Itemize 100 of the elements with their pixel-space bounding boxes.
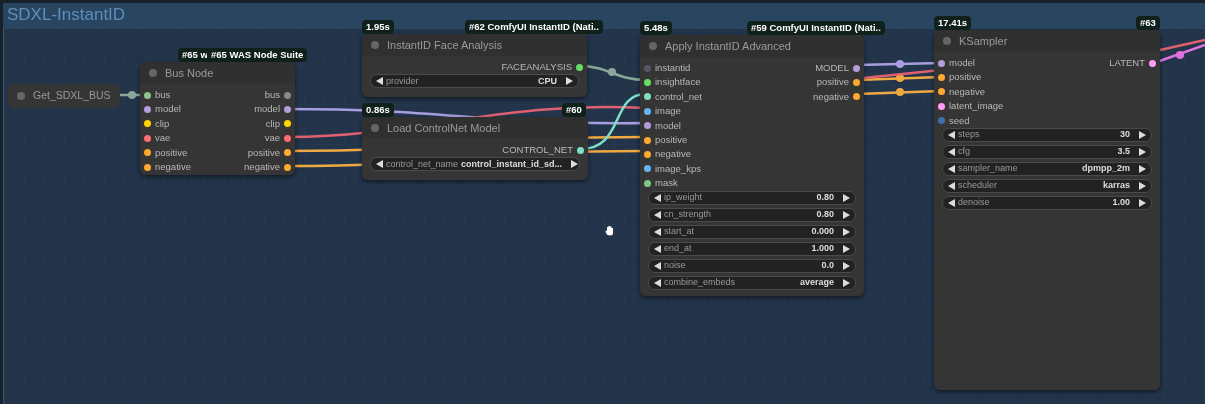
output-slot-icon[interactable] (284, 149, 291, 157)
node-title: KSampler (959, 33, 1008, 49)
input-slot-icon[interactable] (938, 102, 945, 110)
output-slot-icon[interactable] (853, 64, 860, 72)
output-slot-icon[interactable] (284, 91, 291, 99)
widget-field[interactable]: steps 30 (942, 127, 1152, 142)
slot-label: mask (655, 176, 678, 191)
output-slot-icon[interactable] (284, 163, 291, 171)
time-badge: 0.86s (362, 103, 394, 117)
widget-field[interactable]: end_at 1.000 (648, 241, 856, 256)
slot-label: vae (264, 131, 280, 146)
input-slot-icon[interactable] (644, 122, 651, 130)
slot-label: negative (813, 89, 849, 104)
node-badge: #65 WAS Node Suite (207, 48, 308, 62)
status-dot-icon (149, 69, 157, 77)
input-slot-icon[interactable] (938, 74, 945, 82)
input-slot-icon[interactable] (144, 120, 151, 128)
input-slot-icon[interactable] (644, 179, 651, 187)
widget-field[interactable]: sampler_name dpmpp_2m (942, 161, 1152, 176)
output-slot-icon[interactable] (577, 146, 584, 154)
node-badge: #60 (562, 103, 586, 117)
output-slot-icon[interactable] (1149, 59, 1156, 67)
slot-label: bus (264, 88, 280, 103)
slot-label: control_net (655, 89, 702, 104)
input-slot-icon[interactable] (938, 59, 945, 67)
right-arrow-icon[interactable] (571, 160, 579, 169)
widget-field[interactable]: provider CPU (370, 74, 579, 89)
widget-field[interactable]: ip_weight 0.80 (648, 190, 856, 205)
slot-label: model (155, 102, 181, 117)
slot-label: seed (949, 113, 970, 128)
widget-field[interactable]: control_net_name control_instant_id_sd... (370, 157, 580, 172)
group-title: SDXL-InstantID (7, 5, 126, 25)
slot-label: MODEL (815, 61, 849, 76)
status-dot-icon (371, 124, 379, 132)
slot-label: FACEANALYSIS (501, 60, 572, 75)
node-badge: #59 ComfyUI InstantID (Nati.. (747, 21, 885, 35)
left-arrow-icon[interactable] (376, 160, 383, 169)
output-slot-icon[interactable] (284, 106, 291, 114)
output-slot-icon[interactable] (576, 63, 583, 71)
slot-label: image (655, 104, 681, 119)
node-title: Load ControlNet Model (387, 120, 501, 136)
input-slot-icon[interactable] (938, 88, 945, 96)
widget-field[interactable]: combine_embeds average (648, 275, 856, 290)
input-slot-icon[interactable] (938, 117, 945, 125)
output-slot-icon[interactable] (853, 79, 860, 87)
slot-label: latent_image (949, 99, 1004, 114)
input-slot-icon[interactable] (644, 93, 651, 101)
input-slot-icon[interactable] (644, 107, 651, 115)
slot-label: image_kps (655, 161, 701, 176)
time-badge: 5.48s (640, 21, 672, 35)
widget-field[interactable]: cfg 3.5 (942, 144, 1152, 159)
input-slot-icon[interactable] (644, 64, 651, 72)
node-title: Get_SDXL_BUS (33, 88, 111, 104)
slot-label: LATENT (1109, 56, 1145, 71)
time-badge: 1.95s (362, 20, 394, 34)
input-slot-icon[interactable] (144, 163, 151, 171)
widget-field[interactable]: cn_strength 0.80 (648, 207, 856, 222)
widget-field[interactable]: noise 0.0 (648, 258, 856, 273)
slot-label: positive (155, 145, 188, 160)
slot-label: clip (155, 116, 170, 131)
slot-label: negative (244, 160, 280, 174)
slot-label: model (655, 118, 681, 133)
slot-label: clip (265, 116, 280, 131)
output-slot-icon[interactable] (853, 93, 860, 101)
slot-label: model (254, 102, 280, 117)
getter-node[interactable]: Get_SDXL_BUS (8, 84, 120, 108)
slot-label: model (949, 56, 975, 71)
slot-label: negative (155, 160, 191, 174)
input-slot-icon[interactable] (644, 79, 651, 87)
hand-cursor-icon (605, 225, 615, 236)
slot-label: insightface (655, 75, 701, 90)
node-title: Bus Node (165, 65, 214, 81)
left-arrow-icon[interactable] (376, 77, 383, 86)
input-slot-icon[interactable] (644, 165, 651, 173)
node-title: InstantID Face Analysis (387, 37, 502, 53)
output-slot-icon[interactable] (284, 120, 291, 128)
output-slot-icon[interactable] (284, 134, 291, 142)
input-slot-icon[interactable] (144, 149, 151, 157)
slot-label: bus (155, 88, 171, 103)
widget-field[interactable]: denoise 1.00 (942, 195, 1152, 210)
node-badge: #62 ComfyUI InstantID (Nati.. (465, 20, 603, 34)
slot-label: negative (949, 84, 985, 99)
widget-field[interactable]: scheduler karras (942, 178, 1152, 193)
input-slot-icon[interactable] (144, 134, 151, 142)
slot-label: positive (247, 145, 280, 160)
slot-label: negative (655, 147, 691, 162)
right-arrow-icon[interactable] (566, 77, 573, 86)
node-title: Apply InstantID Advanced (665, 38, 791, 54)
slot-label: CONTROL_NET (502, 143, 573, 158)
input-slot-icon[interactable] (144, 106, 151, 114)
status-dot-icon (17, 92, 25, 100)
input-slot-icon[interactable] (644, 151, 651, 159)
input-slot-icon[interactable] (644, 136, 651, 144)
input-slot-icon[interactable] (144, 91, 151, 99)
widget-field[interactable]: start_at 0.000 (648, 224, 856, 239)
slot-label: positive (655, 133, 688, 147)
slot-label: positive (949, 70, 982, 85)
time-badge: 17.41s (934, 16, 972, 30)
status-dot-icon (649, 42, 657, 50)
status-dot-icon (371, 41, 379, 49)
